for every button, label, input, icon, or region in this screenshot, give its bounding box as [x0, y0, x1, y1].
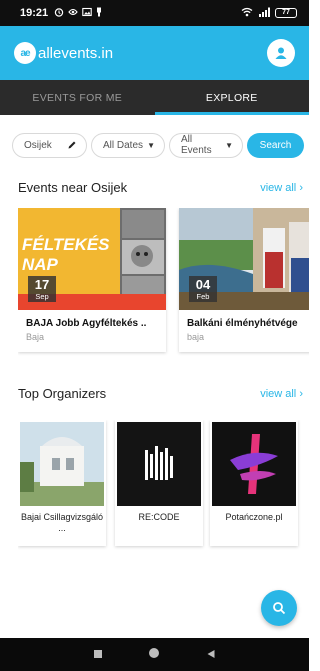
event-date-badge: 17 Sep — [28, 276, 56, 302]
battery-icon: 77 — [275, 8, 297, 18]
city-filter-label: Osijek — [24, 139, 52, 151]
organizers-section-header: Top Organizers view all › — [18, 386, 303, 401]
organizers-carousel[interactable]: Bajai Csillagvizsgáló ... RE:CODE Potańc… — [18, 420, 309, 550]
event-title: Balkáni élményhétvége — [187, 318, 298, 329]
organizer-image — [212, 422, 296, 506]
event-day: 17 — [34, 277, 50, 292]
dates-dropdown[interactable]: All Dates ▼ — [91, 132, 165, 158]
recents-icon — [93, 649, 102, 658]
events-dropdown[interactable]: All Events ▼ — [169, 132, 243, 158]
logo-text: allevents.in — [38, 44, 114, 62]
event-location: Baja — [26, 332, 45, 342]
event-image-text-2: NAP — [22, 255, 59, 274]
organizer-card[interactable]: Potańczone.pl — [210, 420, 298, 546]
event-day: 04 — [195, 277, 211, 292]
tab-bar: EVENTS FOR ME EXPLORE — [0, 80, 309, 115]
event-image-text-1: FÉLTEKÉS — [22, 235, 110, 254]
event-date-badge: 04 Feb — [189, 276, 217, 302]
status-bar: 19:21 77 — [0, 0, 309, 26]
status-time: 19:21 — [20, 7, 49, 19]
events-section-header: Events near Osijek view all › — [18, 180, 303, 195]
search-icon — [273, 602, 286, 615]
profile-button[interactable] — [267, 39, 295, 67]
organizer-name: Bajai Csillagvizsgáló ... — [20, 512, 104, 533]
city-filter[interactable]: Osijek — [12, 132, 87, 158]
signal-icon — [258, 7, 270, 20]
wifi-icon — [241, 7, 253, 20]
search-button[interactable]: Search — [247, 132, 304, 158]
event-month: Feb — [196, 292, 210, 301]
organizer-name: Potańczone.pl — [225, 512, 283, 522]
organizer-image — [20, 422, 104, 506]
recents-button[interactable] — [93, 646, 103, 664]
system-nav-bar — [0, 638, 309, 671]
search-fab[interactable] — [261, 590, 297, 626]
event-title: BAJA Jobb Agyféltekés .. — [26, 318, 147, 329]
organizer-card[interactable]: Bajai Csillagvizsgáló ... — [18, 420, 106, 546]
events-view-all-link[interactable]: view all › — [260, 182, 303, 194]
event-card[interactable]: 04 Feb Balkáni élményhétvége baja — [179, 208, 309, 352]
tab-events-for-me[interactable]: EVENTS FOR ME — [0, 80, 155, 115]
user-icon — [275, 47, 287, 59]
events-carousel[interactable]: FÉLTEKÉS NAP 17 Sep BAJA Jobb Agyfélteké… — [18, 208, 309, 356]
organizers-view-all-link[interactable]: view all › — [260, 388, 303, 400]
events-section-title: Events near Osijek — [18, 180, 128, 195]
logo-badge: ae — [14, 42, 36, 64]
events-dropdown-label: All Events — [181, 134, 212, 156]
dates-dropdown-label: All Dates — [103, 139, 144, 151]
event-month: Sep — [35, 292, 49, 301]
home-icon — [149, 647, 160, 658]
organizers-section-title: Top Organizers — [18, 386, 107, 401]
home-button[interactable] — [148, 646, 160, 664]
organizer-name: RE:CODE — [138, 512, 180, 522]
gallery-icon — [82, 7, 92, 20]
usb-icon — [96, 7, 102, 20]
pencil-icon — [68, 141, 76, 149]
organizer-image — [117, 422, 201, 506]
app-header: ae allevents.in — [0, 26, 309, 80]
chevron-down-icon: ▼ — [147, 140, 155, 150]
notification-icon — [68, 7, 78, 20]
filter-bar: Osijek All Dates ▼ All Events ▼ Search — [12, 132, 307, 158]
event-location: baja — [187, 332, 205, 342]
event-card[interactable]: FÉLTEKÉS NAP 17 Sep BAJA Jobb Agyfélteké… — [18, 208, 166, 352]
back-icon — [207, 649, 215, 658]
organizer-card[interactable]: RE:CODE — [115, 420, 203, 546]
allevents-logo[interactable]: ae allevents.in — [14, 42, 113, 64]
alarm-icon — [54, 7, 64, 20]
tab-explore[interactable]: EXPLORE — [154, 80, 310, 115]
back-button[interactable] — [206, 646, 216, 664]
chevron-down-icon: ▼ — [225, 140, 233, 150]
